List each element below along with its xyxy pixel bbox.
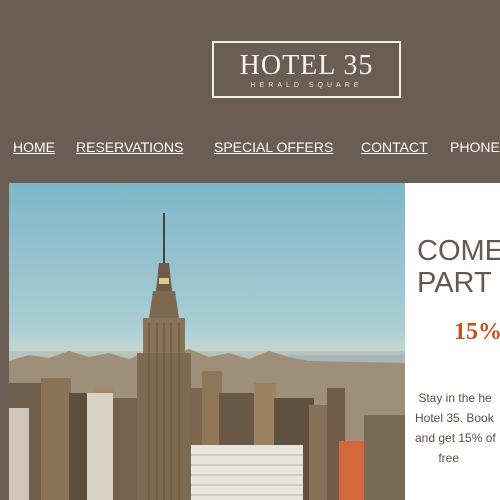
logo-name: HOTEL 35 [239, 50, 374, 81]
city-skyline-illustration [9, 213, 405, 500]
promo-discount: 15% [454, 319, 500, 345]
nav-home-link[interactable]: HOME [13, 139, 55, 155]
nav-contact-link[interactable]: CONTACT [361, 139, 428, 155]
promo-panel: COME PART 15% Stay in the he Hotel 35. B… [405, 183, 500, 500]
logo-subtitle: HERALD SQUARE [250, 82, 363, 89]
promo-title: COME PART [417, 235, 500, 299]
promo-body-text: Stay in the he Hotel 35. Book and get 15… [415, 391, 496, 465]
nav-special-offers-link[interactable]: SPECIAL OFFERS [214, 139, 333, 155]
hotel-logo[interactable]: HOTEL 35 HERALD SQUARE [212, 41, 401, 98]
nav-phone-label: PHONE: [450, 139, 500, 155]
hero-image [9, 183, 405, 500]
nav-reservations-link[interactable]: RESERVATIONS [76, 139, 183, 155]
